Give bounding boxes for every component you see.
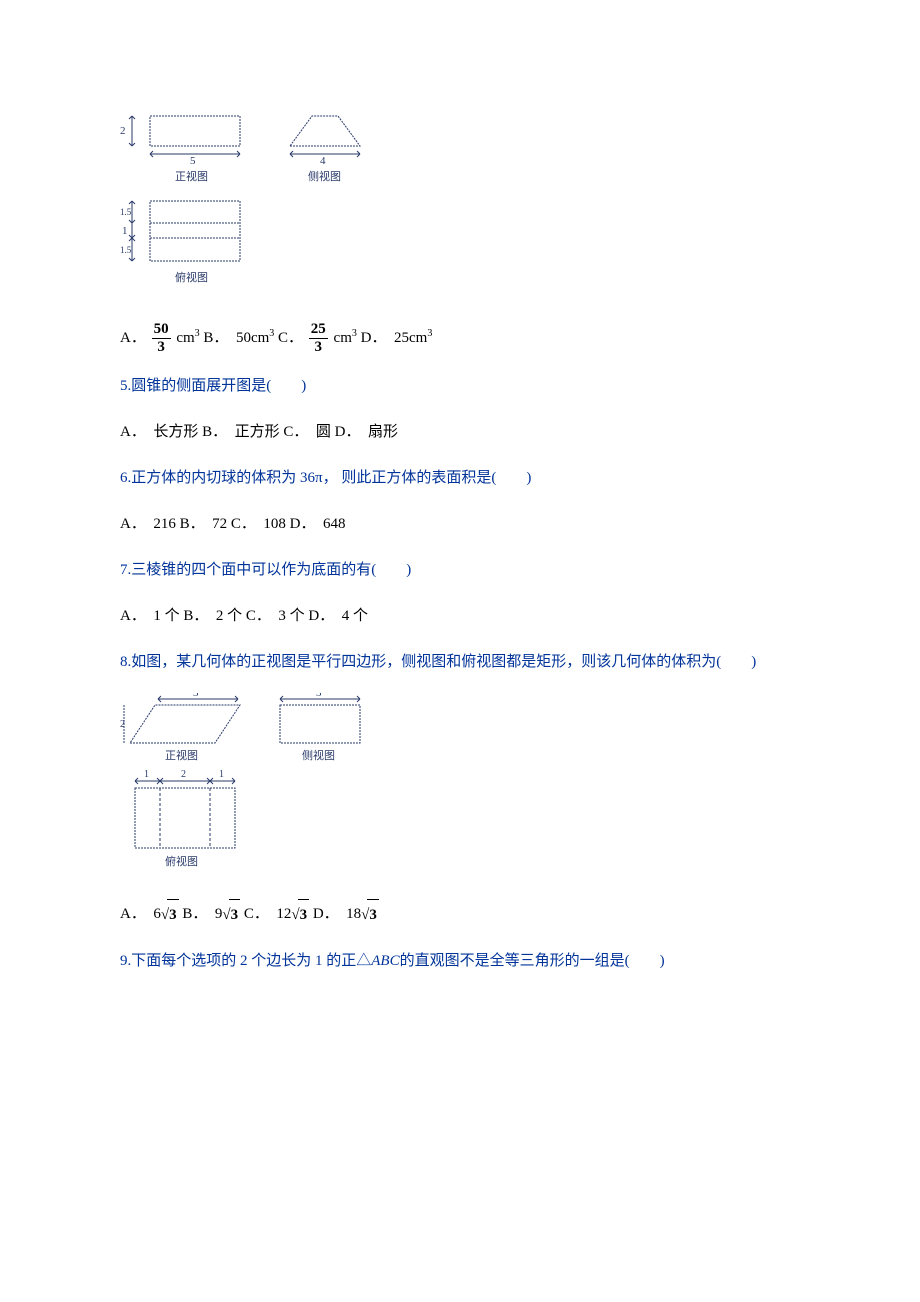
q4-opt-c-frac: 25 3 — [309, 322, 328, 355]
q4-front-label: 正视图 — [175, 169, 208, 183]
q8-b-rad: 3 — [229, 899, 241, 930]
q4-dim-5: 5 — [190, 155, 196, 167]
q8-b-sqrt: √3 — [222, 899, 240, 930]
q4-opt-a-frac: 50 3 — [152, 322, 171, 355]
q4-c-exp: 3 — [352, 328, 357, 339]
q8-d-rad: 3 — [367, 899, 379, 930]
q8-opt-a-prefix: A． 6 — [120, 906, 161, 922]
q4-views-svg: 2 5 4 正视图 侧视图 1.5 1 1.5 俯视图 — [120, 106, 380, 306]
q4-opt-d-prefix: D． — [361, 330, 379, 346]
q8-dim-3b: 3 — [316, 693, 322, 699]
q5-opt-c: C． 圆 — [283, 424, 331, 440]
q8-c-rad: 3 — [298, 899, 310, 930]
q4-dim-2: 2 — [120, 125, 126, 137]
q6-options: A． 216 B． 72 C． 108 D． 648 — [120, 509, 800, 539]
q4-a-unit: cm — [176, 330, 194, 346]
q8-views-svg: 3 3 2 正视图 侧视图 1 2 1 俯视图 — [120, 693, 400, 883]
q4-options: A． 50 3 cm3 B． 50cm3 C． 25 3 cm3 D． 25cm… — [120, 322, 800, 355]
q4-opt-b-prefix: B． — [203, 330, 221, 346]
q7-options: A． 1 个 B． 2 个 C． 3 个 D． 4 个 — [120, 601, 800, 631]
q4-d-val: 25cm — [394, 330, 427, 346]
q8-side-label: 侧视图 — [302, 748, 335, 762]
q4-a-den: 3 — [152, 339, 171, 355]
q4-b-val: 50cm — [236, 330, 269, 346]
q7-opt-d: D． 4 个 — [308, 608, 368, 624]
q6-opt-a: A． 216 — [120, 516, 176, 532]
q4-a-num: 50 — [152, 322, 171, 339]
q8-figure: 3 3 2 正视图 侧视图 1 2 1 俯视图 — [120, 693, 800, 883]
q4-c-num: 25 — [309, 322, 328, 339]
q6-opt-c: C． 108 — [231, 516, 286, 532]
q4-figure: 2 5 4 正视图 侧视图 1.5 1 1.5 俯视图 — [120, 106, 800, 306]
q5-opt-b: B． 正方形 — [202, 424, 280, 440]
q4-b-exp: 3 — [269, 328, 274, 339]
q4-dim-15a: 1.5 — [120, 207, 132, 217]
q8-dim-1r: 1 — [219, 769, 224, 780]
q9-abc: ABC — [371, 953, 399, 969]
q5-opt-d: D． 扇形 — [335, 424, 398, 440]
q7-opt-b: B． 2 个 — [183, 608, 242, 624]
q8-a-rad: 3 — [167, 899, 179, 930]
q4-top-label: 俯视图 — [175, 270, 208, 284]
q9-pre: 9.下面每个选项的 2 个边长为 1 的正△ — [120, 953, 371, 969]
q8-a-sqrt: √3 — [161, 899, 179, 930]
q8-dim-2h: 2 — [120, 719, 125, 730]
q5-text: 5.圆锥的侧面展开图是( ) — [120, 371, 800, 401]
q4-side-label: 侧视图 — [308, 169, 341, 183]
q7-opt-c: C． 3 个 — [246, 608, 305, 624]
q4-d-exp: 3 — [427, 328, 432, 339]
q6-text: 6.正方体的内切球的体积为 36π， 则此正方体的表面积是( ) — [120, 463, 800, 493]
q8-c-sqrt: √3 — [291, 899, 309, 930]
q8-front-label: 正视图 — [165, 748, 198, 762]
q7-text: 7.三棱锥的四个面中可以作为底面的有( ) — [120, 555, 800, 585]
q4-opt-c-prefix: C． — [278, 330, 303, 346]
q8-opt-b-prefix: B． 9 — [182, 906, 222, 922]
q4-opt-a-prefix: A． — [120, 330, 146, 346]
q4-c-den: 3 — [309, 339, 328, 355]
q8-opt-c-prefix: C． 12 — [244, 906, 292, 922]
q7-opt-a: A． 1 个 — [120, 608, 180, 624]
q8-text: 8.如图，某几何体的正视图是平行四边形，侧视图和俯视图都是矩形，则该几何体的体积… — [120, 647, 800, 677]
q9-text: 9.下面每个选项的 2 个边长为 1 的正△ABC的直观图不是全等三角形的一组是… — [120, 946, 800, 976]
q5-opt-a: A． 长方形 — [120, 424, 198, 440]
q8-top-label: 俯视图 — [165, 854, 198, 868]
q8-options: A． 6√3 B． 9√3 C． 12√3 D． 18√3 — [120, 899, 800, 930]
q5-options: A． 长方形 B． 正方形 C． 圆 D． 扇形 — [120, 417, 800, 447]
q4-c-unit: cm — [334, 330, 352, 346]
q8-d-sqrt: √3 — [361, 899, 379, 930]
q8-opt-d-prefix: D． 18 — [313, 906, 361, 922]
q6-opt-d: D． 648 — [290, 516, 346, 532]
q4-dim-4: 4 — [320, 155, 326, 167]
q8-dim-1l: 1 — [144, 769, 149, 780]
q9-post: 的直观图不是全等三角形的一组是( ) — [400, 953, 665, 969]
q4-dim-1: 1 — [122, 225, 128, 237]
q4-dim-15b: 1.5 — [120, 245, 132, 255]
q4-a-exp: 3 — [195, 328, 200, 339]
q8-dim-3a: 3 — [193, 693, 199, 699]
q8-dim-2m: 2 — [181, 769, 186, 780]
q6-opt-b: B． 72 — [180, 516, 228, 532]
